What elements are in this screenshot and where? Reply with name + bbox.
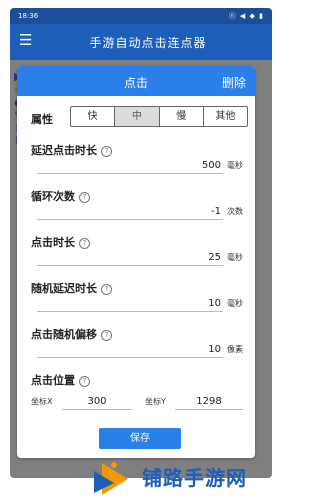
delete-button[interactable]: 删除 <box>222 74 246 91</box>
random-delay-unit: 毫秒 <box>227 299 243 308</box>
option-slow[interactable]: 慢 <box>160 107 204 126</box>
option-medium[interactable]: 中 <box>115 107 160 126</box>
attribute-selector: 快 中 慢 其他 <box>70 106 248 127</box>
help-icon[interactable]: ? <box>101 330 112 341</box>
click-duration-unit: 毫秒 <box>227 253 243 262</box>
click-duration-label: 点击时长? <box>31 234 90 250</box>
help-icon[interactable]: ? <box>79 376 90 387</box>
watermark-logo <box>94 462 128 495</box>
delay-click-unit: 毫秒 <box>227 161 243 170</box>
save-button[interactable]: 保存 <box>99 428 181 449</box>
attribute-label: 属性 <box>31 113 53 126</box>
help-icon[interactable]: ? <box>101 284 112 295</box>
dialog-title: 点击 <box>123 76 148 90</box>
delay-click-label: 延迟点击时长? <box>31 142 112 158</box>
coord-x-label: 坐标X <box>31 397 53 406</box>
delay-click-input[interactable]: 500 <box>37 158 223 174</box>
click-position-label: 点击位置? <box>31 372 90 388</box>
option-other[interactable]: 其他 <box>204 107 247 126</box>
coord-y-label: 坐标Y <box>145 397 166 406</box>
random-offset-unit: 像素 <box>227 345 243 354</box>
random-delay-input[interactable]: 10 <box>37 296 223 312</box>
click-duration-input[interactable]: 25 <box>37 250 223 266</box>
help-icon[interactable]: ? <box>79 238 90 249</box>
loop-count-unit: 次数 <box>227 207 243 216</box>
option-fast[interactable]: 快 <box>71 107 116 126</box>
coord-y-input[interactable]: 1298 <box>175 394 243 410</box>
app-title: 手游自动点击连点器 <box>89 36 207 50</box>
status-icons: ⓝ ◀ ◆ ▮ <box>228 12 264 20</box>
position-row: 坐标X 300 坐标Y 1298 <box>17 394 255 412</box>
help-icon[interactable]: ? <box>79 192 90 203</box>
status-time: 18:36 <box>18 12 39 20</box>
random-offset-input[interactable]: 10 <box>37 342 223 358</box>
random-delay-label: 随机延迟时长? <box>31 280 112 296</box>
help-icon[interactable]: ? <box>101 146 112 157</box>
status-bar: 18:36 ⓝ ◀ ◆ ▮ <box>10 8 272 24</box>
watermark-text: 铺路手游网 <box>142 466 247 490</box>
loop-count-input[interactable]: -1 <box>37 204 223 220</box>
coord-x-input[interactable]: 300 <box>62 394 132 410</box>
app-bar: ☰ 手游自动点击连点器 <box>10 24 272 60</box>
loop-count-label: 循环次数? <box>31 188 90 204</box>
dialog-header: 点击 删除 <box>17 66 255 96</box>
click-settings-dialog: 点击 删除 属性 快 中 慢 其他 延迟点击时长? 500 毫秒 循环次数? -… <box>17 66 255 458</box>
random-offset-label: 点击随机偏移? <box>31 326 112 342</box>
